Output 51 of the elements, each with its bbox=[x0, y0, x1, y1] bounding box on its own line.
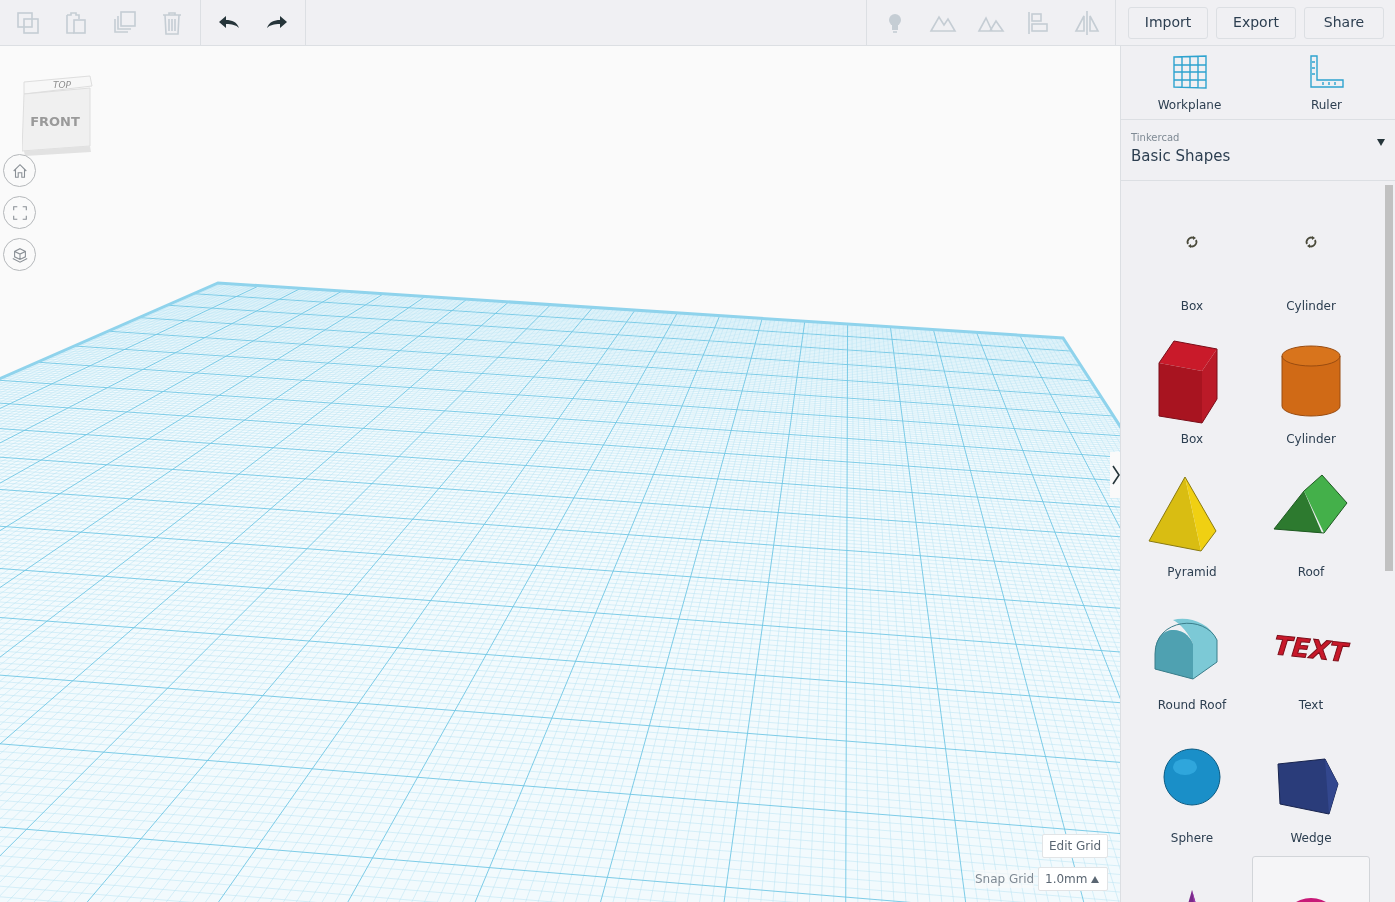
caret-icon bbox=[1377, 138, 1385, 146]
scrollbar-thumb[interactable] bbox=[1385, 184, 1393, 571]
snap-grid-select[interactable]: 1.0mm bbox=[1038, 867, 1108, 891]
shape-tile[interactable]: Sphere bbox=[1133, 722, 1251, 856]
shape-label: Cylinder bbox=[1286, 430, 1336, 448]
library-provider: Tinkercad bbox=[1131, 131, 1181, 145]
home-view-button[interactable] bbox=[3, 154, 36, 187]
loading-icon bbox=[1185, 234, 1199, 249]
ortho-view-button[interactable] bbox=[3, 238, 36, 271]
chevron-icon bbox=[1112, 465, 1120, 485]
text-shape-icon: TEXT bbox=[1266, 603, 1356, 694]
library-name: Basic Shapes bbox=[1131, 146, 1231, 167]
shape-label: Box bbox=[1180, 430, 1204, 448]
home-icon bbox=[10, 161, 29, 180]
shape-label: Roof bbox=[1297, 563, 1325, 581]
fit-view-button[interactable] bbox=[3, 196, 36, 229]
ruler-tool-button[interactable]: Ruler bbox=[1258, 46, 1395, 119]
toolbar-button[interactable]: Export bbox=[1216, 6, 1296, 39]
shape-tile[interactable]: Cylinder bbox=[1252, 190, 1370, 324]
shape-label: Box bbox=[1180, 297, 1204, 315]
ortho-icon bbox=[10, 245, 29, 264]
shape-label: Sphere bbox=[1170, 829, 1214, 847]
ruler-icon bbox=[1308, 54, 1345, 90]
cube-face-label: FRONT bbox=[30, 114, 80, 129]
fit-icon bbox=[10, 203, 29, 222]
shape-label: Cylinder bbox=[1286, 297, 1336, 315]
shape-tile[interactable]: Cylinder bbox=[1252, 323, 1370, 457]
shape-label: Text bbox=[1298, 696, 1324, 714]
cube-face-label: TOP bbox=[53, 80, 71, 90]
shape-tile[interactable]: Box bbox=[1133, 190, 1251, 324]
shape-tile[interactable]: Pyramid bbox=[1133, 456, 1251, 590]
up-arrow-icon bbox=[1091, 875, 1099, 883]
toolbar-button[interactable]: Import bbox=[1128, 6, 1208, 39]
snap-grid-label: Snap Grid bbox=[975, 870, 1035, 888]
collapse-panel-button[interactable] bbox=[1110, 452, 1120, 498]
shape-tile[interactable]: Roof bbox=[1252, 456, 1370, 590]
mirror-icon bbox=[1073, 9, 1101, 37]
loading-icon bbox=[1304, 234, 1318, 249]
shape-label: Pyramid bbox=[1167, 563, 1217, 581]
shape-label: Wedge bbox=[1290, 829, 1332, 847]
shape-label: Round Roof bbox=[1157, 696, 1227, 714]
workplane-icon bbox=[1171, 54, 1208, 90]
shape-tile[interactable]: Box bbox=[1133, 323, 1251, 457]
shape-tile[interactable]: TEXT Text bbox=[1252, 589, 1370, 723]
shape-library-dropdown[interactable]: Tinkercad Basic Shapes bbox=[1121, 119, 1395, 181]
shape-tile[interactable]: Round Roof bbox=[1133, 589, 1251, 723]
workplane-tool-button[interactable]: Workplane bbox=[1121, 46, 1258, 119]
copy-icon bbox=[14, 9, 42, 37]
toolbar-button[interactable]: Share bbox=[1304, 6, 1384, 39]
edit-grid-button[interactable]: Edit Grid bbox=[1042, 834, 1109, 858]
shape-tile[interactable]: Wedge bbox=[1252, 722, 1370, 856]
